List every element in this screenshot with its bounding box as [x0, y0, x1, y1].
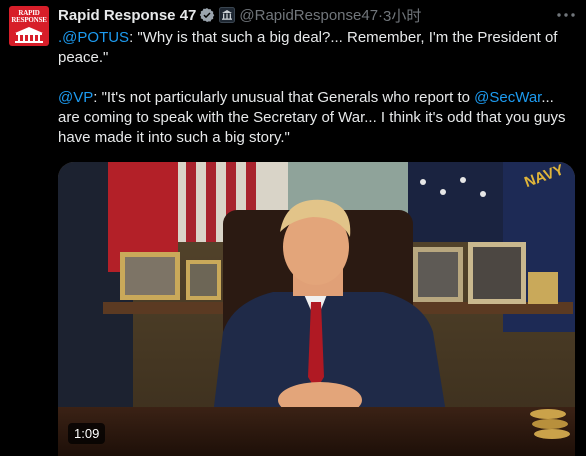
avatar[interactable]: RAPID RESPONSE: [9, 6, 49, 46]
white-house-affiliation-icon[interactable]: [219, 7, 236, 23]
avatar-logo-line2: RESPONSE: [11, 16, 47, 24]
video-frame: NAVY: [58, 162, 575, 456]
video-player[interactable]: NAVY 1:09: [58, 162, 575, 456]
tweet-paragraph-2: @VP: "It's not particularly unusual that…: [58, 88, 574, 148]
mention-secwar[interactable]: @SecWar: [474, 89, 541, 106]
paragraph-2-body-a: : "It's not particularly unusual that Ge…: [93, 89, 475, 106]
tweet-paragraph-1: .@POTUS: "Why is that such a big deal?..…: [58, 28, 574, 68]
mention-potus[interactable]: .@POTUS: [58, 29, 129, 46]
display-name[interactable]: Rapid Response 47: [58, 7, 196, 24]
user-handle[interactable]: @RapidResponse47: [239, 7, 378, 24]
verified-badge-icon[interactable]: [199, 7, 215, 23]
more-options-icon[interactable]: [556, 6, 576, 24]
video-duration-badge: 1:09: [68, 423, 106, 444]
white-house-logo-icon: [15, 27, 43, 43]
tweet-header: Rapid Response 47 @RapidResponse47 · 3小时: [58, 5, 421, 25]
tweet-timestamp[interactable]: 3小时: [383, 5, 421, 26]
tweet-text: .@POTUS: "Why is that such a big deal?..…: [58, 28, 574, 148]
avatar-logo-text: RAPID RESPONSE: [9, 10, 49, 24]
mention-vp[interactable]: @VP: [58, 89, 93, 106]
paragraph-1-body: : "Why is that such a big deal?... Remem…: [58, 29, 558, 66]
